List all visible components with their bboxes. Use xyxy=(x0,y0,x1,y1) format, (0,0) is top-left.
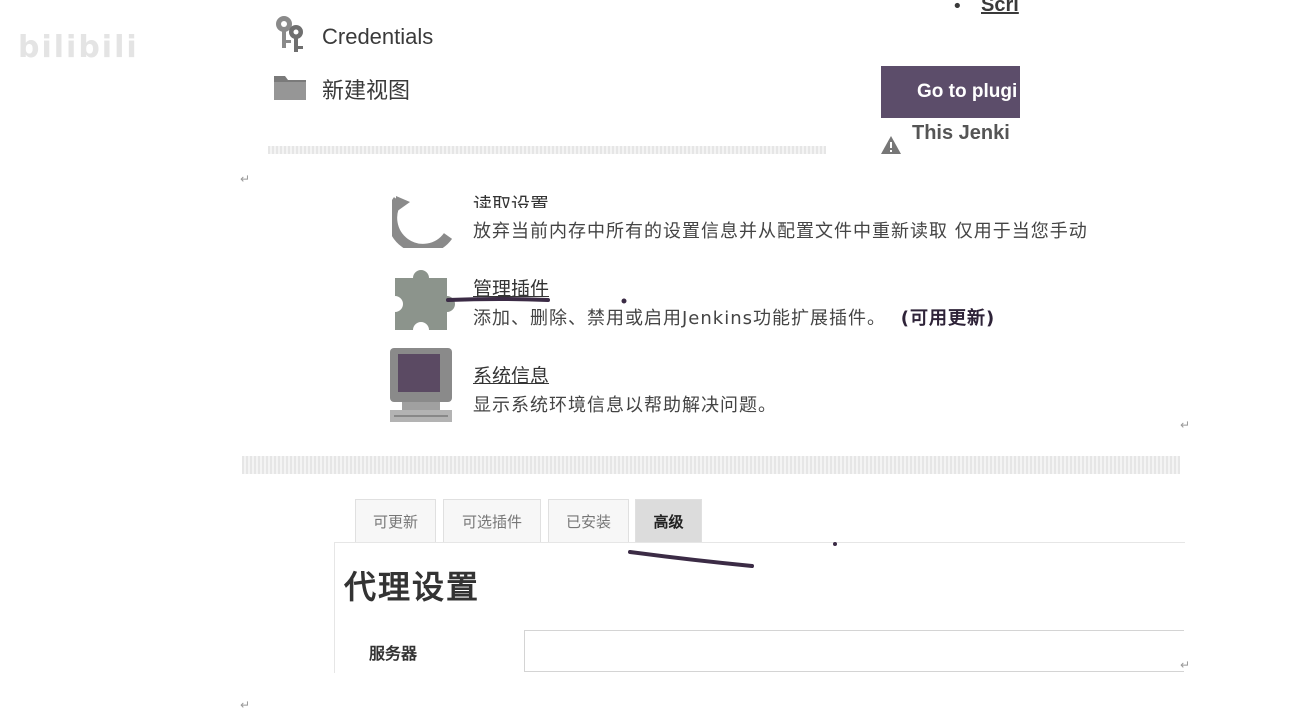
annotation-dot xyxy=(621,298,627,304)
annotation-strokes xyxy=(446,297,837,568)
annotation-dot xyxy=(833,542,837,546)
underline-annotation xyxy=(446,297,550,302)
underline-annotation xyxy=(628,550,754,568)
